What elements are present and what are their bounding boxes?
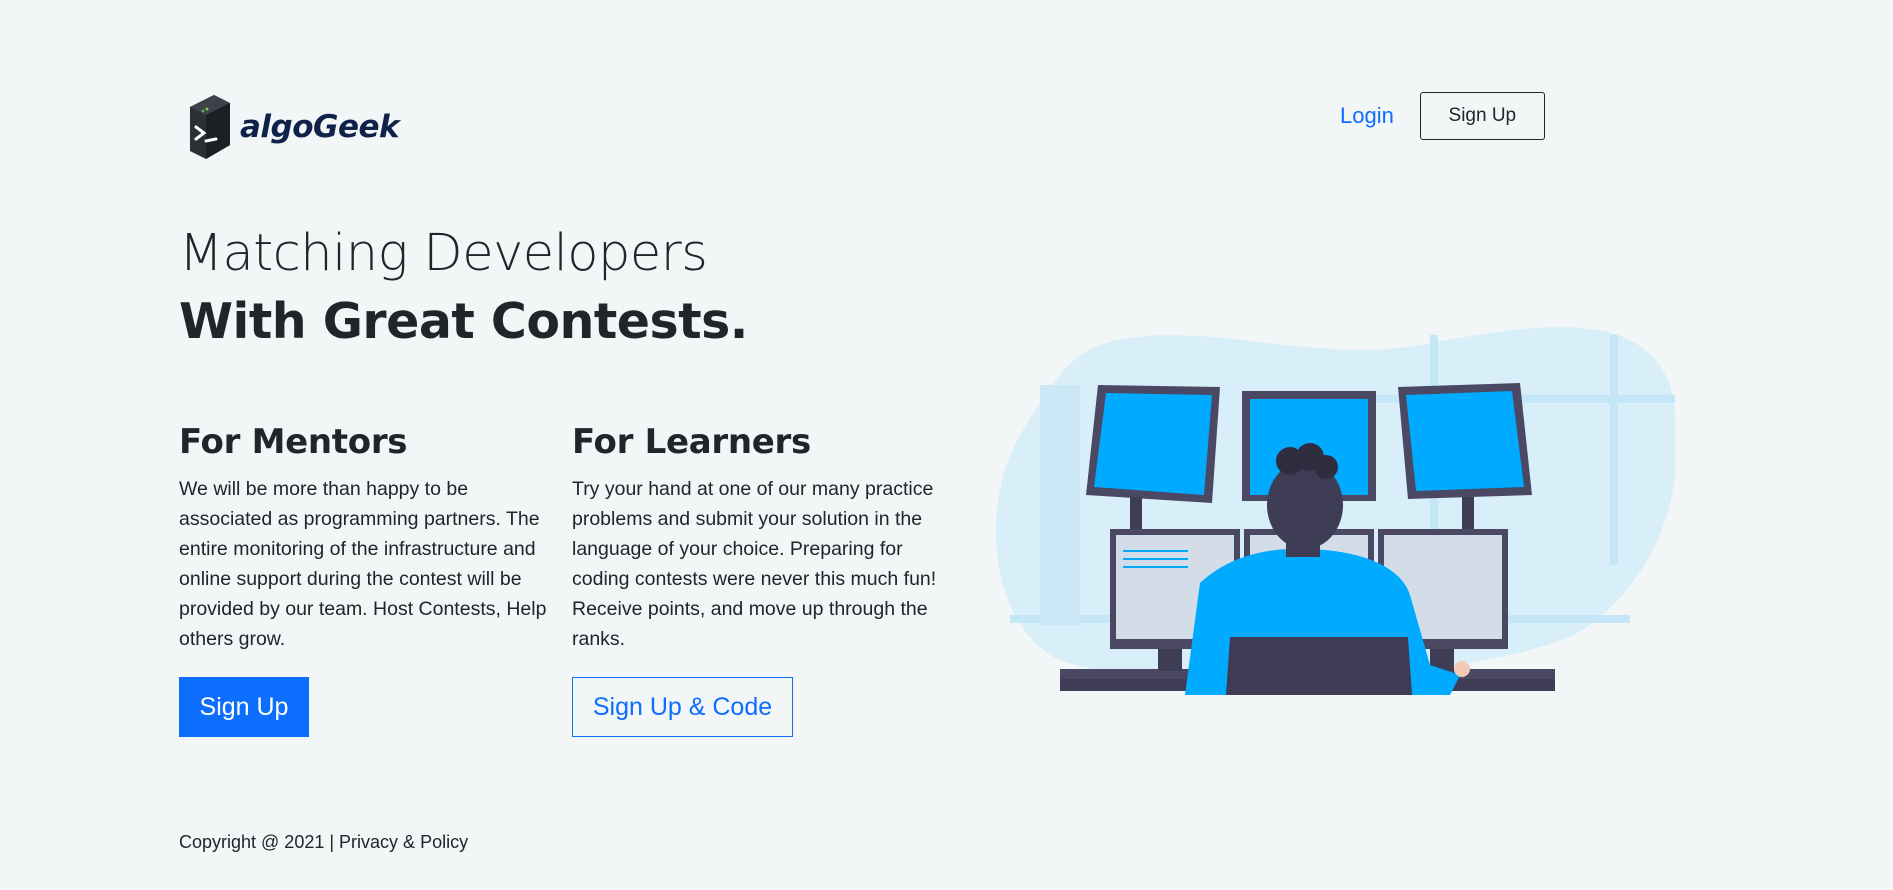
hero-title-line2: With Great Contests. bbox=[179, 293, 748, 350]
hero-title-line1: Matching Developers bbox=[179, 224, 708, 283]
brand-name: algoGeek bbox=[240, 109, 400, 145]
header-signup-button[interactable]: Sign Up bbox=[1419, 92, 1545, 140]
landing-page: algoGeek Login Sign Up Matching Develope… bbox=[0, 0, 1893, 890]
brand-logo[interactable]: algoGeek bbox=[184, 93, 400, 161]
mentors-signup-button[interactable]: Sign Up bbox=[179, 677, 309, 737]
mentors-section: For Mentors We will be more than happy t… bbox=[179, 422, 549, 654]
learners-title: For Learners bbox=[572, 422, 811, 462]
footer: Copyright @ 2021 | Privacy & Policy bbox=[179, 832, 468, 853]
learners-section: For Learners Try your hand at one of our… bbox=[572, 422, 942, 654]
learners-signup-code-button[interactable]: Sign Up & Code bbox=[572, 677, 793, 737]
mentors-title: For Mentors bbox=[179, 422, 408, 462]
privacy-policy-link[interactable]: Privacy & Policy bbox=[339, 832, 468, 852]
top-nav: Login Sign Up bbox=[1340, 92, 1545, 140]
copyright-text: Copyright @ 2021 | bbox=[179, 832, 335, 852]
developer-at-monitors-illustration bbox=[996, 327, 1675, 695]
mentors-description: We will be more than happy to be associa… bbox=[179, 478, 547, 650]
terminal-cube-icon bbox=[190, 95, 230, 159]
login-link[interactable]: Login bbox=[1340, 103, 1394, 129]
learners-description: Try your hand at one of our many practic… bbox=[572, 478, 937, 650]
